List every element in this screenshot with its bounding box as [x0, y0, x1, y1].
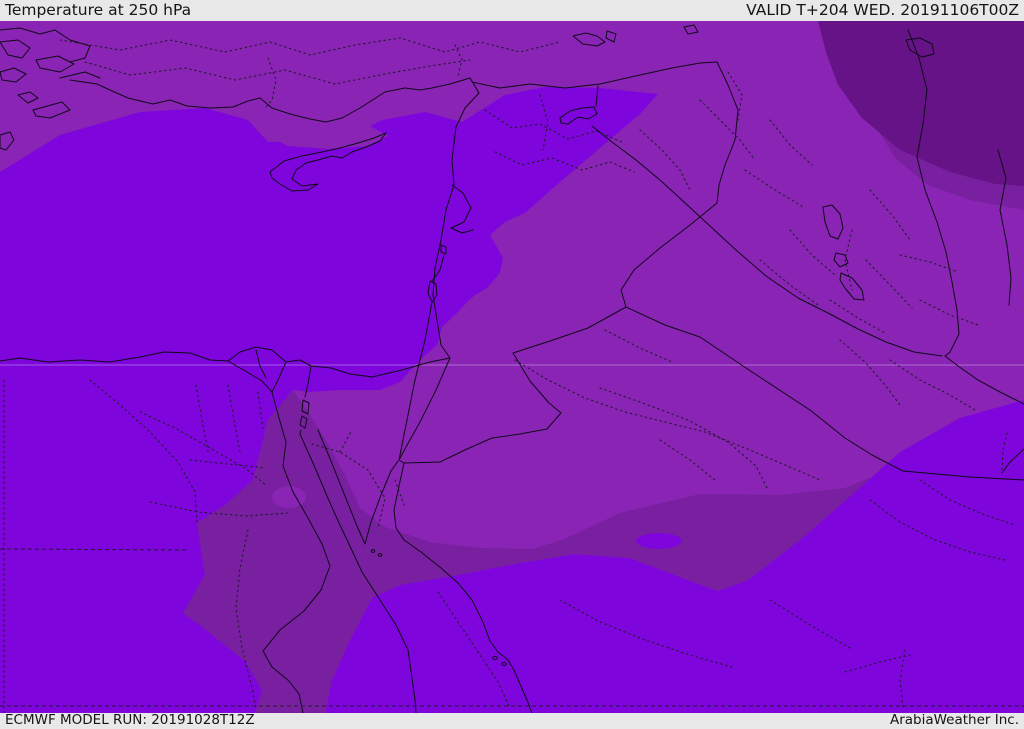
header-bar: Temperature at 250 hPa VALID T+204 WED. …: [0, 0, 1024, 21]
valid-time-label: VALID T+204 WED. 20191106T00Z: [746, 0, 1019, 19]
footer-bar: ECMWF MODEL RUN: 20191028T12Z ArabiaWeat…: [0, 713, 1024, 729]
map-area: [0, 21, 1024, 713]
page-title: Temperature at 250 hPa: [5, 0, 192, 19]
weather-map: [0, 21, 1024, 713]
credit-label: ArabiaWeather Inc.: [889, 712, 1019, 729]
weather-map-window: Temperature at 250 hPa VALID T+204 WED. …: [0, 0, 1024, 729]
shading-bright-pocket: [636, 533, 682, 549]
model-run-label: ECMWF MODEL RUN: 20191028T12Z: [5, 712, 255, 729]
